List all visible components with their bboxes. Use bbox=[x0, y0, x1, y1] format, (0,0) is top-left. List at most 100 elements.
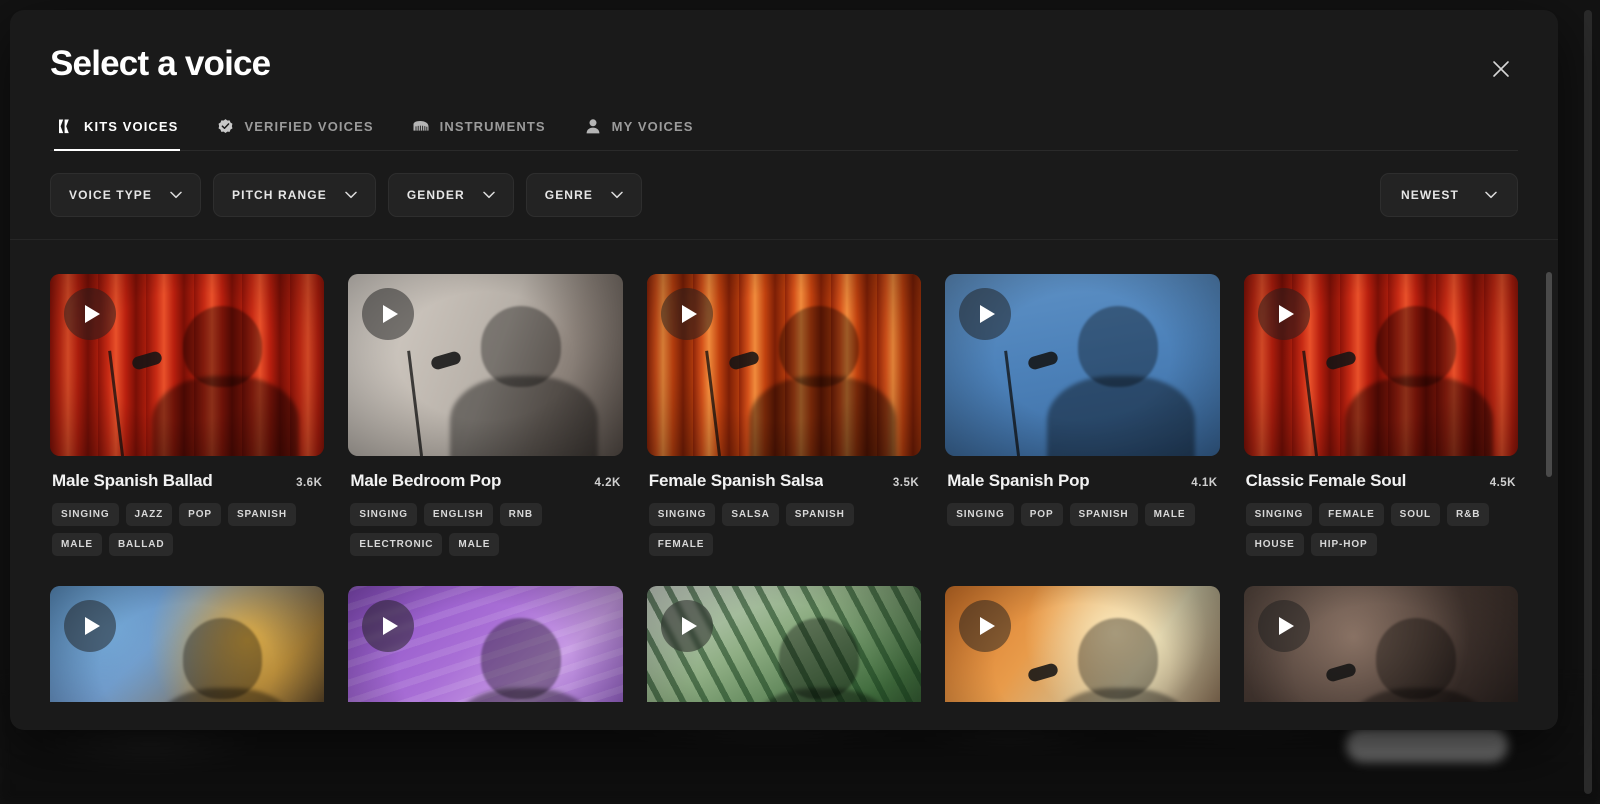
voice-tag[interactable]: SPANISH bbox=[1069, 503, 1138, 526]
tab-verified-voices-label: VERIFIED VOICES bbox=[244, 118, 374, 134]
voice-list-scrollbar[interactable] bbox=[1546, 272, 1552, 724]
scrollbar-thumb[interactable] bbox=[1546, 272, 1552, 477]
voice-card[interactable]: Male Spanish Ballad 3.6K SINGING JAZZ PO… bbox=[50, 274, 325, 556]
voice-card[interactable] bbox=[348, 586, 623, 702]
voice-card-meta: Female Spanish Salsa 3.5K bbox=[647, 471, 921, 491]
filter-bar: VOICE TYPE PITCH RANGE GENDER GENRE NEWE… bbox=[10, 151, 1558, 240]
voice-thumbnail bbox=[1243, 586, 1518, 702]
voice-tag[interactable]: SINGING bbox=[350, 503, 417, 526]
filter-genre-label: GENRE bbox=[544, 188, 593, 202]
voice-play-count: 4.1K bbox=[1191, 477, 1218, 489]
play-button[interactable] bbox=[1257, 288, 1310, 340]
play-button[interactable] bbox=[1257, 600, 1310, 652]
sort-dropdown-label: NEWEST bbox=[1401, 188, 1459, 202]
close-icon[interactable] bbox=[1484, 52, 1518, 86]
voice-tag[interactable]: HIP-HOP bbox=[1310, 533, 1377, 556]
voice-thumbnail bbox=[945, 274, 1220, 456]
voice-tag[interactable]: HOUSE bbox=[1245, 533, 1304, 556]
voice-tag[interactable]: POP bbox=[179, 503, 221, 526]
voice-tag[interactable]: MALE bbox=[52, 533, 102, 556]
tab-my-voices-label: MY VOICES bbox=[611, 118, 694, 134]
play-button[interactable] bbox=[660, 288, 713, 340]
play-icon bbox=[85, 617, 100, 635]
voice-title: Male Bedroom Pop bbox=[350, 471, 502, 490]
voice-title: Classic Female Soul bbox=[1245, 471, 1407, 490]
voice-tag[interactable]: SALSA bbox=[722, 503, 779, 526]
modal-header: Select a voice KITS VOICES VERIFIED VOIC… bbox=[10, 10, 1558, 151]
chevron-down-icon bbox=[1485, 191, 1497, 199]
play-button[interactable] bbox=[660, 600, 713, 652]
voice-tag[interactable]: JAZZ bbox=[125, 503, 173, 526]
filter-pitch-range[interactable]: PITCH RANGE bbox=[213, 173, 376, 217]
play-button[interactable] bbox=[362, 288, 415, 340]
play-icon bbox=[980, 617, 996, 635]
voice-tag-row: SINGING FEMALE SOUL R&B HOUSE HIP-HOP bbox=[1244, 503, 1518, 556]
voice-tag[interactable]: SINGING bbox=[947, 503, 1014, 526]
voice-tag-row: SINGING ENGLISH RNB ELECTRONIC MALE bbox=[348, 503, 622, 556]
play-icon bbox=[1278, 617, 1294, 635]
voice-tag[interactable]: MALE bbox=[1144, 503, 1195, 526]
filter-gender[interactable]: GENDER bbox=[387, 173, 514, 217]
tab-kits-voices[interactable]: KITS VOICES bbox=[54, 117, 181, 151]
play-icon bbox=[383, 617, 399, 635]
voice-tag[interactable]: RNB bbox=[499, 503, 543, 526]
voice-card[interactable] bbox=[1243, 586, 1518, 702]
voice-tag[interactable]: BALLAD bbox=[108, 533, 174, 556]
page-scrollbar[interactable] bbox=[1584, 10, 1592, 794]
voice-tag[interactable]: ENGLISH bbox=[423, 503, 493, 526]
voice-title: Male Spanish Ballad bbox=[52, 471, 213, 490]
tab-bar: KITS VOICES VERIFIED VOICES INSTRUMENTS … bbox=[50, 117, 1518, 151]
voice-thumbnail bbox=[50, 274, 325, 456]
play-button[interactable] bbox=[362, 600, 415, 652]
play-button[interactable] bbox=[64, 288, 116, 340]
voice-tag[interactable]: SPANISH bbox=[785, 503, 854, 526]
voice-tag[interactable]: ELECTRONIC bbox=[350, 533, 443, 556]
voice-tag[interactable]: SPANISH bbox=[227, 503, 296, 526]
voice-play-count: 3.5K bbox=[892, 477, 920, 489]
voice-tag[interactable]: R&B bbox=[1447, 503, 1490, 526]
voice-tag[interactable]: SOUL bbox=[1390, 503, 1441, 526]
voice-card[interactable]: Male Spanish Pop 4.1K SINGING POP SPANIS… bbox=[945, 274, 1220, 556]
tab-my-voices[interactable]: MY VOICES bbox=[582, 117, 696, 151]
chevron-down-icon bbox=[345, 191, 357, 199]
tab-instruments[interactable]: INSTRUMENTS bbox=[410, 117, 548, 151]
voice-card-meta: Male Spanish Pop 4.1K bbox=[945, 471, 1219, 491]
chevron-down-icon bbox=[170, 191, 182, 199]
tab-verified-voices[interactable]: VERIFIED VOICES bbox=[214, 117, 375, 151]
tab-instruments-label: INSTRUMENTS bbox=[439, 118, 546, 134]
play-button[interactable] bbox=[959, 600, 1012, 652]
verified-badge-icon bbox=[216, 117, 234, 135]
voice-thumbnail bbox=[646, 274, 922, 456]
voice-tag[interactable]: POP bbox=[1020, 503, 1063, 526]
voice-card[interactable] bbox=[945, 586, 1220, 702]
voice-tag[interactable]: MALE bbox=[449, 533, 500, 556]
voice-list-scroll-area[interactable]: Male Spanish Ballad 3.6K SINGING JAZZ PO… bbox=[10, 240, 1558, 702]
voice-thumbnail bbox=[348, 274, 623, 456]
voice-card[interactable] bbox=[646, 586, 922, 702]
voice-card[interactable]: Female Spanish Salsa 3.5K SINGING SALSA … bbox=[646, 274, 922, 556]
play-button[interactable] bbox=[64, 600, 116, 652]
play-icon bbox=[85, 305, 100, 323]
play-icon bbox=[681, 617, 697, 635]
voice-card[interactable]: Classic Female Soul 4.5K SINGING FEMALE … bbox=[1243, 274, 1518, 556]
voice-tag[interactable]: SINGING bbox=[52, 503, 119, 526]
voice-tag[interactable]: SINGING bbox=[648, 503, 716, 526]
voice-tag[interactable]: FEMALE bbox=[1319, 503, 1384, 526]
play-icon bbox=[681, 305, 697, 323]
voice-card[interactable]: Male Bedroom Pop 4.2K SINGING ENGLISH RN… bbox=[348, 274, 623, 556]
kits-logo-icon bbox=[56, 117, 74, 135]
voice-card[interactable] bbox=[50, 586, 325, 702]
voice-tag-row: SINGING JAZZ POP SPANISH MALE BALLAD bbox=[50, 503, 324, 556]
voice-tag[interactable]: SINGING bbox=[1245, 503, 1313, 526]
voice-tag-row: SINGING POP SPANISH MALE bbox=[945, 503, 1219, 526]
filter-gender-label: GENDER bbox=[406, 188, 465, 202]
voice-thumbnail bbox=[646, 586, 922, 702]
voice-tag-row: SINGING SALSA SPANISH FEMALE bbox=[647, 503, 921, 556]
filter-voice-type[interactable]: VOICE TYPE bbox=[50, 173, 202, 217]
voice-tag[interactable]: FEMALE bbox=[648, 533, 714, 556]
filter-genre[interactable]: GENRE bbox=[525, 173, 642, 217]
piano-icon bbox=[412, 117, 430, 135]
sort-dropdown[interactable]: NEWEST bbox=[1380, 173, 1518, 217]
background-primary-button-blurred bbox=[1346, 728, 1508, 762]
play-button[interactable] bbox=[959, 288, 1012, 340]
